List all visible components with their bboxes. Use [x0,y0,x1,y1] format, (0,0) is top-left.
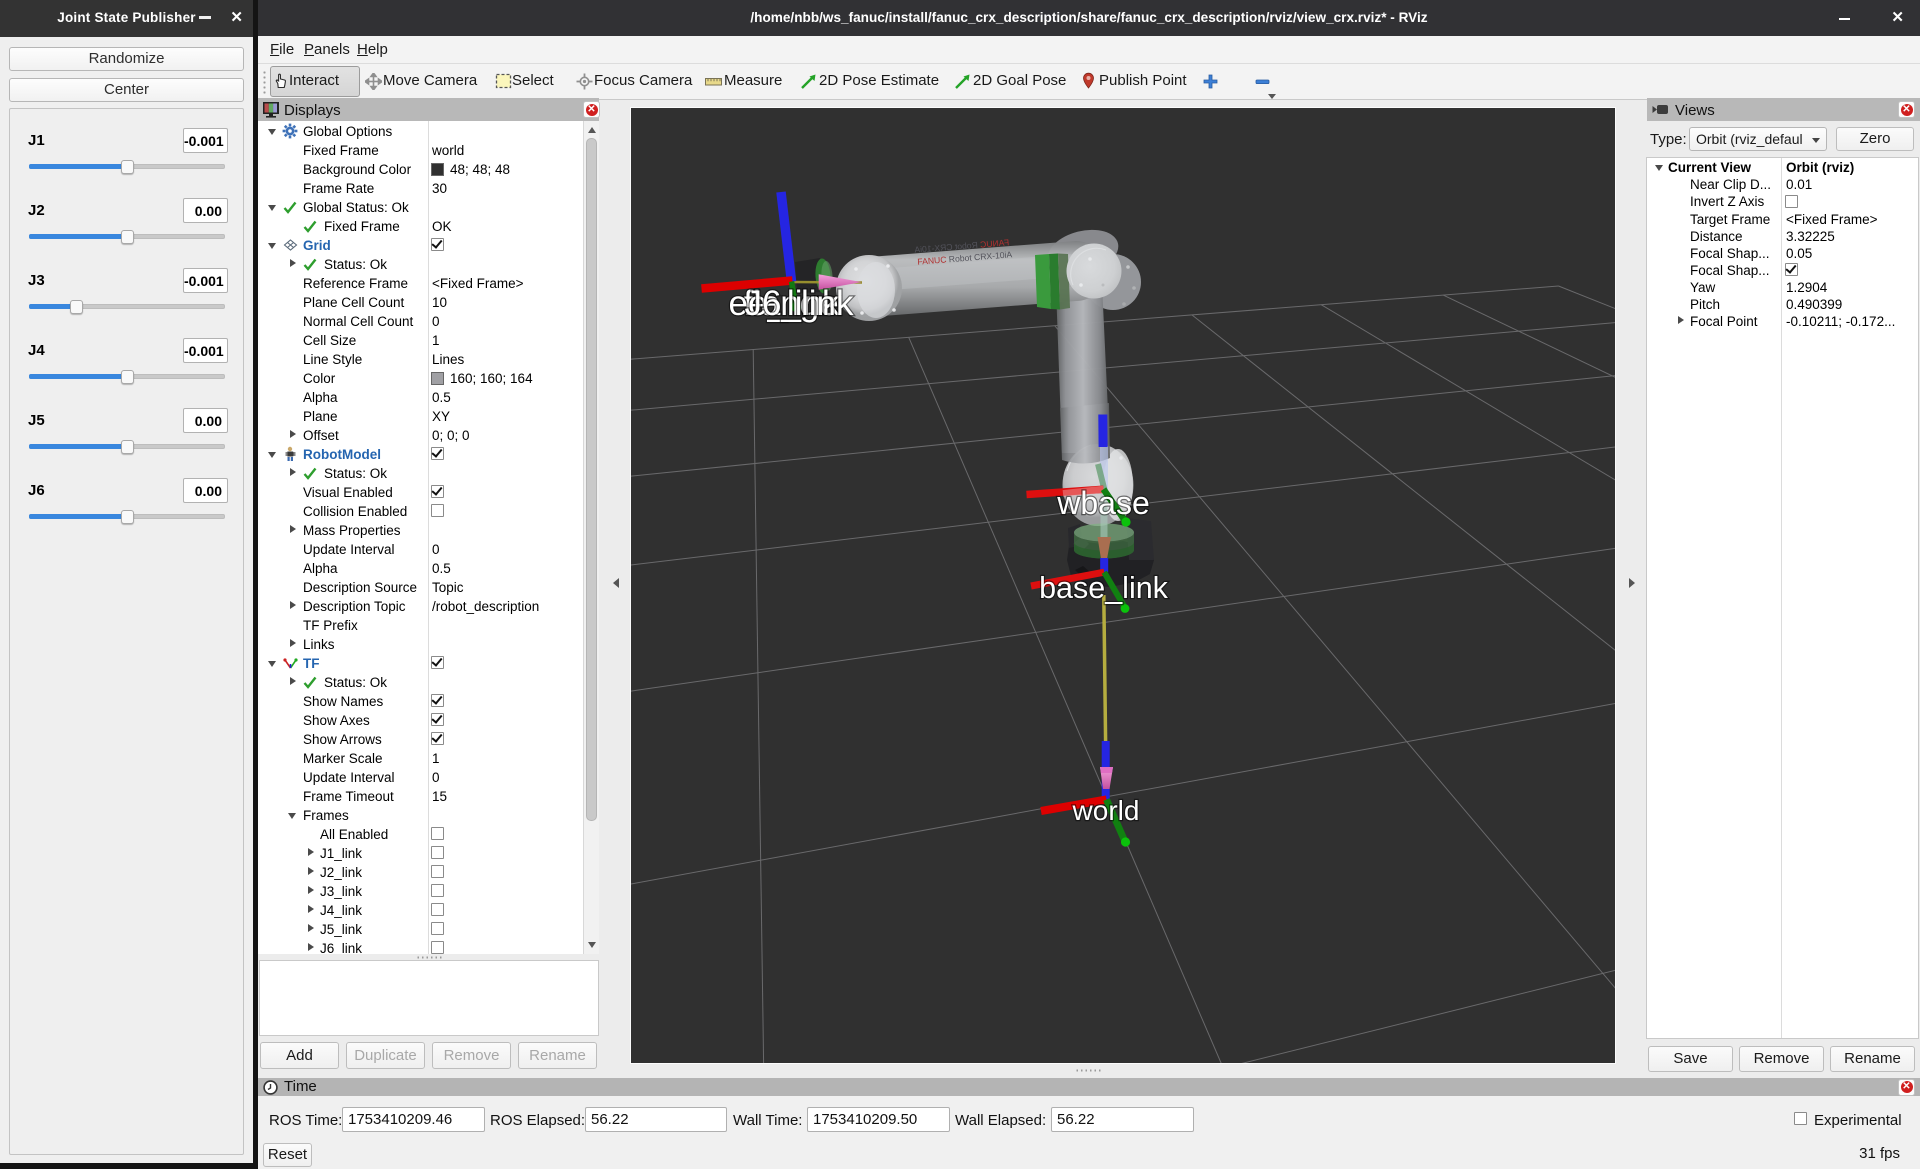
svg-text:base_link: base_link [1039,571,1169,605]
svg-text:world: world [1072,795,1140,826]
svg-text:wbase: wbase [1056,485,1150,521]
